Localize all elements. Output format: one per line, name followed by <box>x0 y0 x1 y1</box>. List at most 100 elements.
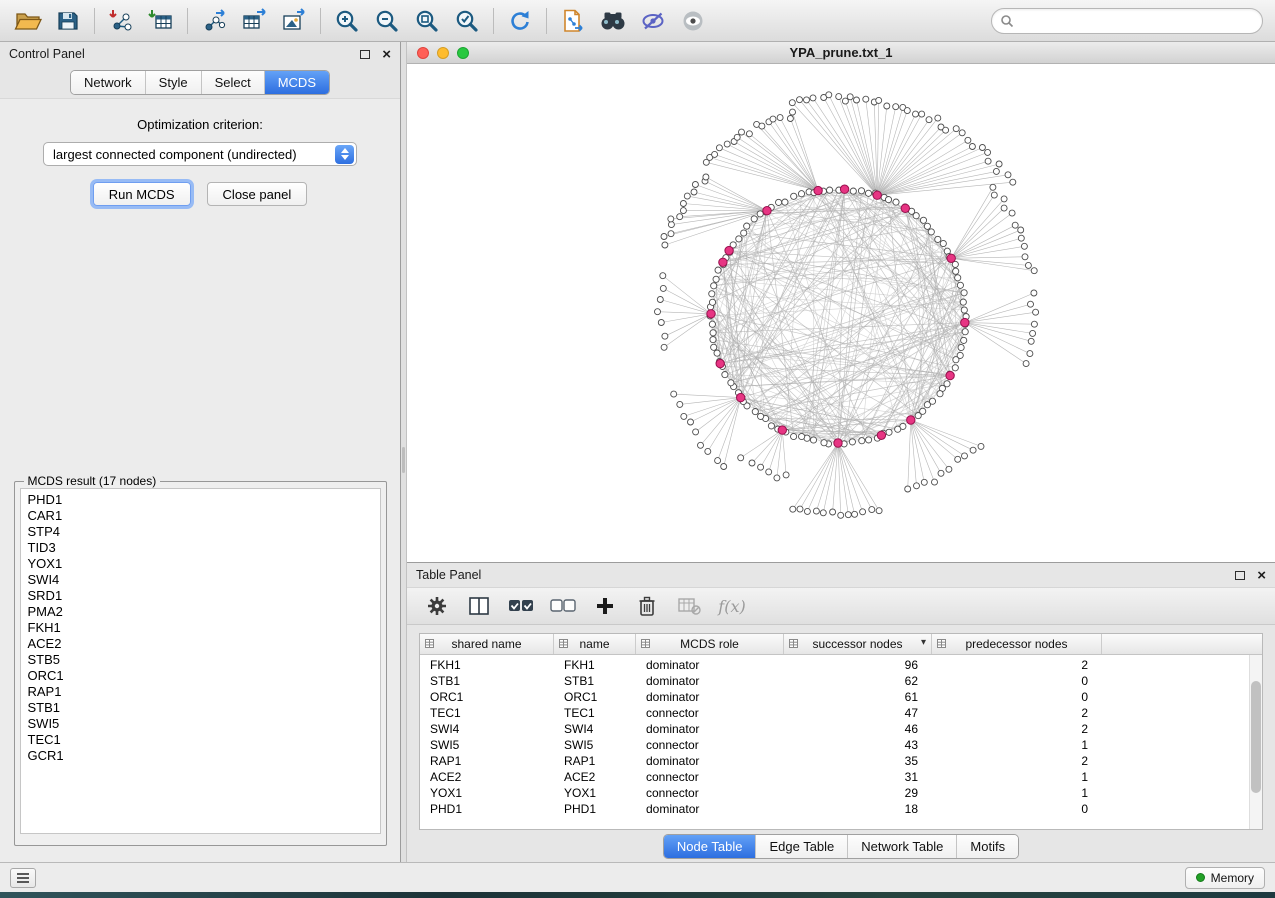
table-row[interactable]: RAP1RAP1dominator352 <box>420 753 1262 769</box>
deselect-all-button[interactable] <box>549 592 577 620</box>
mcds-result-item[interactable]: SWI4 <box>21 572 380 588</box>
cell-name: FKH1 <box>554 658 636 672</box>
sort-indicator-icon[interactable]: ▾ <box>921 637 926 648</box>
table-row[interactable]: PHD1PHD1dominator180 <box>420 801 1262 817</box>
import-table-button[interactable] <box>145 5 177 37</box>
mcds-result-item[interactable]: STB1 <box>21 700 380 716</box>
close-table-panel-icon[interactable]: × <box>1257 568 1266 583</box>
network-window-titlebar[interactable]: YPA_prune.txt_1 <box>407 42 1275 64</box>
network-svg[interactable] <box>407 64 1275 562</box>
mcds-result-item[interactable]: TID3 <box>21 540 380 556</box>
table-grid-icon <box>789 639 798 648</box>
tab-node-table[interactable]: Node Table <box>664 835 757 858</box>
table-row[interactable]: ORC1ORC1dominator610 <box>420 689 1262 705</box>
zoom-in-button[interactable] <box>331 5 363 37</box>
table-settings-button[interactable] <box>423 592 451 620</box>
mcds-result-item[interactable]: GCR1 <box>21 748 380 764</box>
splitter-grip[interactable] <box>402 447 405 473</box>
mcds-result-item[interactable]: PMA2 <box>21 604 380 620</box>
mcds-result-item[interactable]: TEC1 <box>21 732 380 748</box>
search-input[interactable] <box>991 8 1263 34</box>
control-panel-tabs: NetworkStyleSelectMCDS <box>70 70 330 95</box>
mcds-result-list[interactable]: PHD1CAR1STP4TID3YOX1SWI4SRD1PMA2FKH1ACE2… <box>20 488 381 834</box>
export-image-icon <box>281 8 307 34</box>
network-canvas[interactable] <box>407 64 1275 562</box>
mcds-result-item[interactable]: ORC1 <box>21 668 380 684</box>
status-menu-button[interactable] <box>10 868 36 888</box>
node-table-header-row: shared namenameMCDS role successor nodes ▾… <box>420 634 1262 655</box>
tab-mcds[interactable]: MCDS <box>265 71 329 94</box>
open-folder-button[interactable] <box>12 5 44 37</box>
refresh-view-button[interactable] <box>504 5 536 37</box>
table-scrollbar-thumb[interactable] <box>1251 681 1261 793</box>
maximize-window-icon[interactable] <box>457 47 469 59</box>
mcds-result-item[interactable]: PHD1 <box>21 492 380 508</box>
column-header-MCDS-role[interactable]: MCDS role <box>636 634 784 654</box>
tab-network[interactable]: Network <box>71 71 146 94</box>
cell-successor-nodes: 29 <box>784 786 932 800</box>
close-panel-button[interactable]: Close panel <box>207 182 308 206</box>
table-panel: Table Panel × <box>407 562 1275 862</box>
mcds-result-item[interactable]: YOX1 <box>21 556 380 572</box>
table-row[interactable]: YOX1YOX1connector291 <box>420 785 1262 801</box>
share-document-button[interactable] <box>557 5 589 37</box>
column-header-name[interactable]: name <box>554 634 636 654</box>
export-image-button[interactable] <box>278 5 310 37</box>
mcds-result-item[interactable]: STP4 <box>21 524 380 540</box>
memory-button[interactable]: Memory <box>1185 867 1265 889</box>
tab-network-table[interactable]: Network Table <box>848 835 957 858</box>
zoom-selected-button[interactable] <box>451 5 483 37</box>
mcds-result-item[interactable]: FKH1 <box>21 620 380 636</box>
column-header-shared-name[interactable]: shared name <box>420 634 554 654</box>
mcds-result-item[interactable]: RAP1 <box>21 684 380 700</box>
table-row[interactable]: SWI5SWI5connector431 <box>420 737 1262 753</box>
search-box[interactable] <box>991 8 1263 34</box>
mcds-result-item[interactable]: SWI5 <box>21 716 380 732</box>
import-network-button[interactable] <box>105 5 137 37</box>
tab-edge-table[interactable]: Edge Table <box>756 835 848 858</box>
tab-motifs[interactable]: Motifs <box>957 835 1018 858</box>
import-network-icon <box>108 8 134 34</box>
table-row[interactable]: STB1STB1dominator620 <box>420 673 1262 689</box>
column-label: successor nodes <box>812 637 902 651</box>
save-button[interactable] <box>52 5 84 37</box>
table-row[interactable]: TEC1TEC1connector472 <box>420 705 1262 721</box>
close-window-icon[interactable] <box>417 47 429 59</box>
export-table-button[interactable] <box>238 5 270 37</box>
binoculars-button[interactable] <box>597 5 629 37</box>
add-row-button[interactable] <box>591 592 619 620</box>
float-panel-icon[interactable] <box>360 50 370 59</box>
table-grid-icon <box>559 639 568 648</box>
show-graphics-details-button[interactable] <box>677 5 709 37</box>
zoom-fit-button[interactable] <box>411 5 443 37</box>
column-header-successor-nodes[interactable]: successor nodes ▾ <box>784 634 932 654</box>
minimize-window-icon[interactable] <box>437 47 449 59</box>
float-table-panel-icon[interactable] <box>1235 571 1245 580</box>
table-scrollbar[interactable] <box>1249 655 1262 829</box>
column-icon <box>468 596 490 616</box>
table-row[interactable]: ACE2ACE2connector311 <box>420 769 1262 785</box>
hide-graphics-details-button[interactable] <box>637 5 669 37</box>
mcds-result-title: MCDS result (17 nodes) <box>24 474 161 488</box>
mcds-result-item[interactable]: STB5 <box>21 652 380 668</box>
export-network-button[interactable] <box>198 5 230 37</box>
cell-successor-nodes: 18 <box>784 802 932 816</box>
column-header-predecessor-nodes[interactable]: predecessor nodes <box>932 634 1102 654</box>
criterion-select[interactable]: largest connected component (undirected) <box>43 142 357 166</box>
show-column-button[interactable] <box>465 592 493 620</box>
close-panel-icon[interactable]: × <box>382 47 391 62</box>
cell-name: YOX1 <box>554 786 636 800</box>
tab-style[interactable]: Style <box>146 71 202 94</box>
table-row[interactable]: FKH1FKH1dominator962 <box>420 657 1262 673</box>
zoom-out-button[interactable] <box>371 5 403 37</box>
mcds-result-item[interactable]: SRD1 <box>21 588 380 604</box>
table-row[interactable]: SWI4SWI4dominator462 <box>420 721 1262 737</box>
cell-predecessor-nodes: 2 <box>932 722 1102 736</box>
delete-row-button[interactable] <box>633 592 661 620</box>
cell-predecessor-nodes: 0 <box>932 802 1102 816</box>
mcds-result-item[interactable]: ACE2 <box>21 636 380 652</box>
run-mcds-button[interactable]: Run MCDS <box>93 182 191 206</box>
select-all-button[interactable] <box>507 592 535 620</box>
mcds-result-item[interactable]: CAR1 <box>21 508 380 524</box>
tab-select[interactable]: Select <box>202 71 265 94</box>
